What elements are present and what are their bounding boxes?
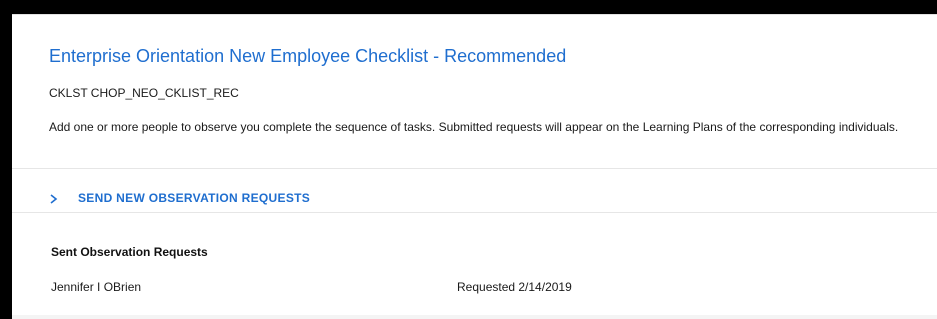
checklist-description: Add one or more people to observe you co… — [49, 120, 899, 134]
send-new-observation-requests-toggle[interactable]: SEND NEW OBSERVATION REQUESTS — [49, 191, 310, 205]
sent-observation-requests-heading: Sent Observation Requests — [51, 245, 208, 259]
observer-name: Jennifer I OBrien — [51, 280, 142, 294]
checklist-panel: Enterprise Orientation New Employee Chec… — [12, 14, 937, 319]
request-row: Jennifer I OBrien Requested 2/14/2019 — [51, 280, 911, 296]
request-status: Requested 2/14/2019 — [457, 280, 572, 294]
checklist-code: CKLST CHOP_NEO_CKLIST_REC — [49, 86, 239, 100]
sent-observation-requests-section: Sent Observation Requests Jennifer I OBr… — [12, 213, 937, 315]
divider — [12, 168, 937, 169]
checklist-title: Enterprise Orientation New Employee Chec… — [49, 46, 567, 66]
checklist-card: Enterprise Orientation New Employee Chec… — [12, 14, 937, 315]
send-new-observation-requests-label[interactable]: SEND NEW OBSERVATION REQUESTS — [78, 191, 310, 205]
chevron-right-icon — [49, 192, 59, 204]
